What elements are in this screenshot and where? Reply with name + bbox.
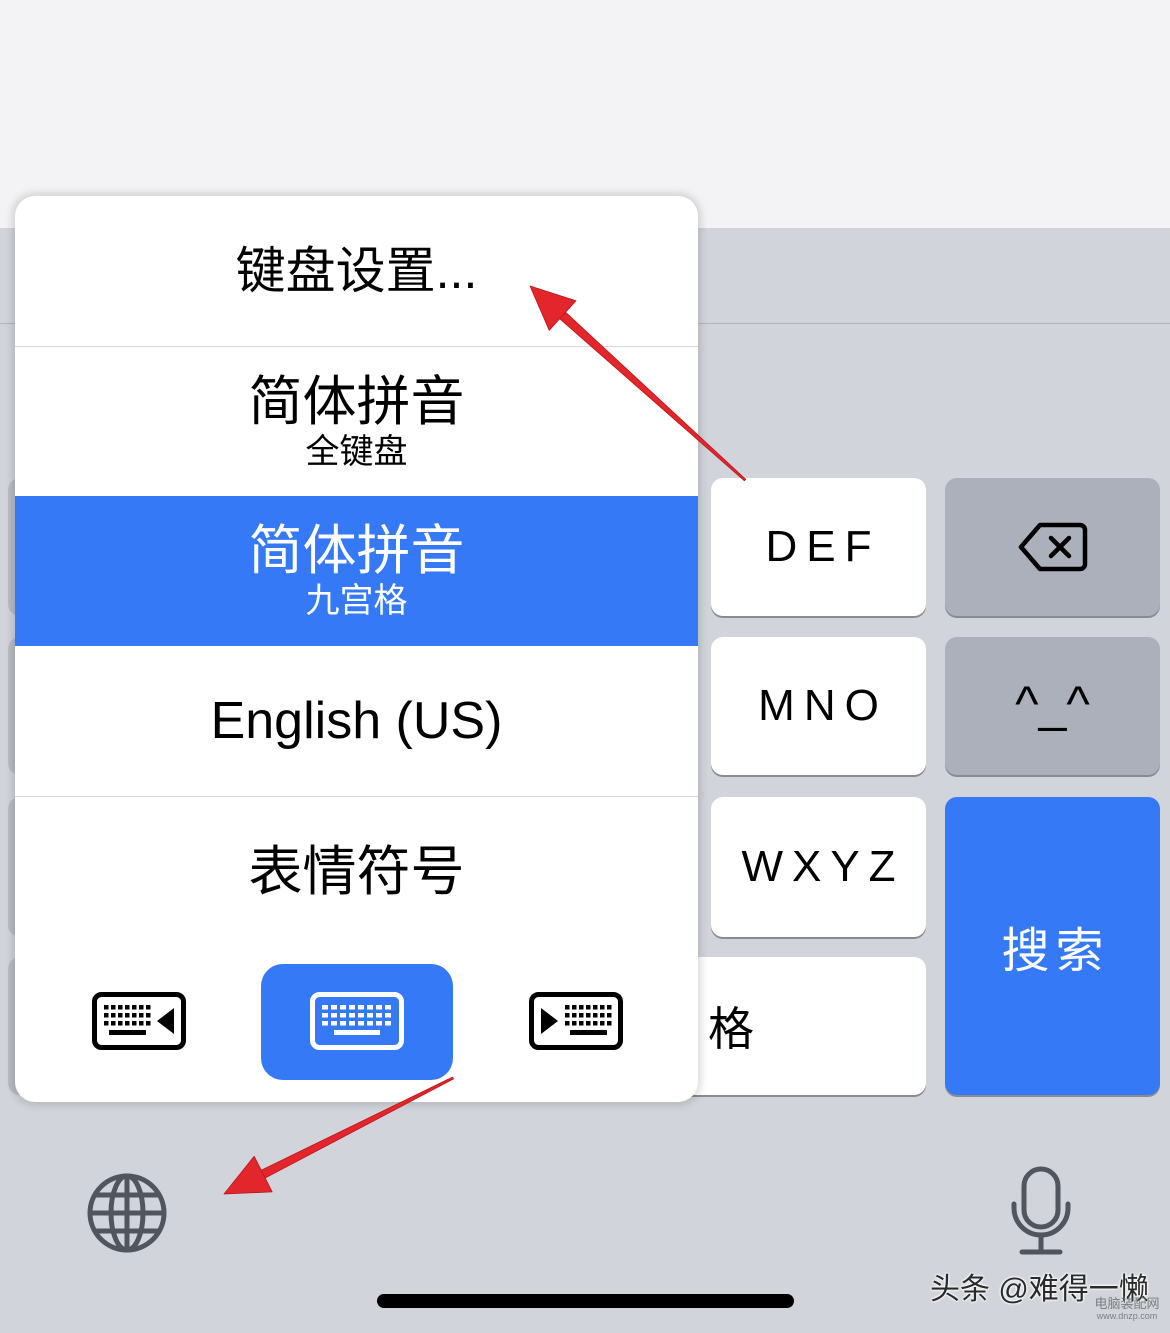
search-key-label: 搜索 — [1001, 925, 1110, 978]
key-wxyz-label: WXYZ — [741, 842, 905, 891]
watermark-site-url: www.dnzp.com — [1096, 1311, 1158, 1321]
menu-item-pinyin-full[interactable]: 简体拼音 全键盘 — [15, 347, 698, 496]
key-wxyz[interactable]: WXYZ — [711, 797, 926, 937]
kaomoji-key-label: ^_^ — [1015, 676, 1090, 732]
keyboard-right-icon[interactable] — [529, 992, 623, 1050]
keyboard-full-icon — [310, 992, 404, 1050]
menu-item-emoji[interactable]: 表情符号 — [15, 797, 698, 946]
menu-item-keyboard-settings[interactable]: 键盘设置... — [15, 196, 698, 346]
input-method-menu: 键盘设置... 简体拼音 全键盘 简体拼音 九宫格 English (US) 表… — [15, 196, 698, 1102]
menu-item-subtitle: 全键盘 — [305, 432, 408, 471]
menu-item-title: English (US) — [210, 692, 503, 750]
watermark-site-name: 电脑装配网 — [1094, 1296, 1160, 1311]
delete-left-icon — [1018, 522, 1087, 572]
key-def-label: DEF — [765, 522, 881, 571]
watermark-site: 电脑装配网 www.dnzp.com — [1092, 1296, 1162, 1322]
home-indicator[interactable] — [377, 1294, 794, 1308]
space-key-label: 格 — [708, 1003, 754, 1055]
menu-item-title: 简体拼音 — [248, 371, 465, 432]
menu-item-subtitle: 九宫格 — [305, 582, 408, 620]
globe-icon[interactable] — [87, 1173, 167, 1253]
keyboard-settings-label: 键盘设置... — [235, 243, 478, 299]
key-mno[interactable]: MNO — [711, 637, 926, 775]
delete-key[interactable] — [945, 478, 1160, 616]
keyboard-left-icon[interactable] — [92, 992, 186, 1050]
menu-item-pinyin-9key[interactable]: 简体拼音 九宫格 — [15, 496, 698, 646]
search-key[interactable]: 搜索 — [945, 797, 1160, 1095]
menu-item-title: 简体拼音 — [248, 521, 465, 581]
app-content-area — [0, 0, 1170, 228]
menu-item-title: 表情符号 — [248, 841, 465, 902]
key-def[interactable]: DEF — [711, 478, 926, 616]
menu-item-english-us[interactable]: English (US) — [15, 646, 698, 796]
kaomoji-key[interactable]: ^_^ — [945, 637, 1160, 775]
keyboard-full-option[interactable] — [261, 964, 453, 1080]
key-mno-label: MNO — [758, 681, 888, 730]
microphone-icon[interactable] — [1010, 1166, 1072, 1256]
